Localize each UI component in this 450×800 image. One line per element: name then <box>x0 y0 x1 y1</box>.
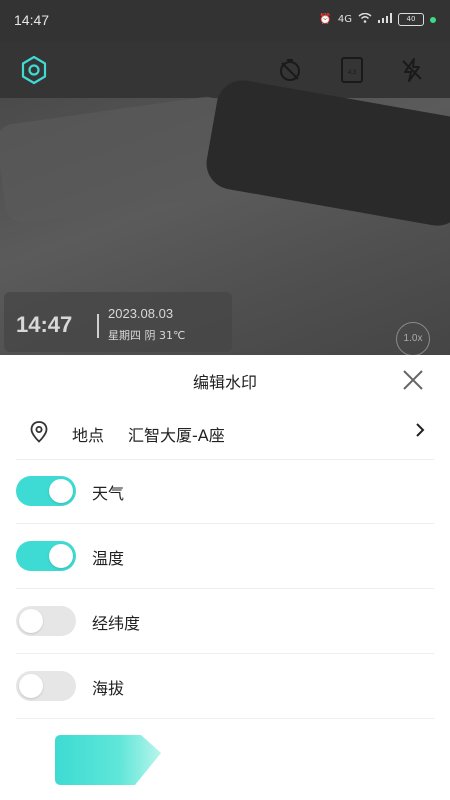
location-label: 地点 <box>72 426 105 445</box>
camera-area: 14:47 ⏰ 4G 40 4:3 14:47 2023.08.03 星期四 阴… <box>0 0 450 355</box>
weather-toggle[interactable] <box>16 476 76 506</box>
toggle-row-coordinates: 经纬度 <box>16 589 434 654</box>
watermark-time: 14:47 <box>16 312 73 337</box>
network-label: 4G <box>337 14 352 25</box>
flash-off-icon[interactable] <box>396 54 428 86</box>
location-pin-icon <box>30 421 48 447</box>
close-icon <box>403 370 423 390</box>
toggle-row-temperature: 温度 <box>16 524 434 589</box>
watermark-date: 2023.08.03 <box>108 306 174 321</box>
coordinates-toggle[interactable] <box>16 606 76 636</box>
status-dot <box>430 16 436 23</box>
toggle-knob <box>49 544 73 568</box>
wifi-icon <box>358 12 372 26</box>
temperature-toggle[interactable] <box>16 541 76 571</box>
close-button[interactable] <box>400 367 426 393</box>
location-row[interactable]: 地点 汇智大厦-A座 <box>16 407 434 460</box>
signal-icon <box>378 13 392 26</box>
svg-text:4:3: 4:3 <box>348 70 357 76</box>
sheet-title: 编辑水印 <box>192 373 257 392</box>
chevron-right-icon <box>414 422 426 442</box>
status-bar: 14:47 ⏰ 4G 40 <box>0 0 450 42</box>
toggle-knob <box>19 674 43 698</box>
edit-watermark-sheet: 编辑水印 地点 汇智大厦-A座 天气 温度 经纬度 海拔 <box>0 355 450 800</box>
watermark-divider <box>97 314 99 338</box>
watermark-preview[interactable]: 14:47 2023.08.03 星期四 阴 31℃ <box>4 292 232 352</box>
confirm-button[interactable] <box>55 735 163 785</box>
toggle-knob <box>49 479 73 503</box>
toggle-label: 经纬度 <box>92 614 141 633</box>
status-time: 14:47 <box>14 12 50 28</box>
toggle-label: 温度 <box>92 549 125 568</box>
watermark-weather: 星期四 阴 31℃ <box>108 329 186 342</box>
toggle-label: 海拔 <box>92 679 125 698</box>
zoom-button[interactable]: 1.0x <box>396 322 430 355</box>
status-icons: ⏰ 4G 40 <box>319 12 436 26</box>
altitude-toggle[interactable] <box>16 671 76 701</box>
toggle-row-weather: 天气 <box>16 459 434 524</box>
battery-icon: 40 <box>398 13 424 26</box>
timer-off-icon[interactable] <box>274 54 306 86</box>
toggle-knob <box>19 609 43 633</box>
alarm-icon: ⏰ <box>319 14 332 25</box>
gear-icon[interactable] <box>18 54 50 86</box>
aspect-ratio-icon[interactable]: 4:3 <box>336 54 368 86</box>
toggle-label: 天气 <box>92 484 125 503</box>
toggle-row-altitude: 海拔 <box>16 654 434 719</box>
location-value: 汇智大厦-A座 <box>128 426 225 445</box>
